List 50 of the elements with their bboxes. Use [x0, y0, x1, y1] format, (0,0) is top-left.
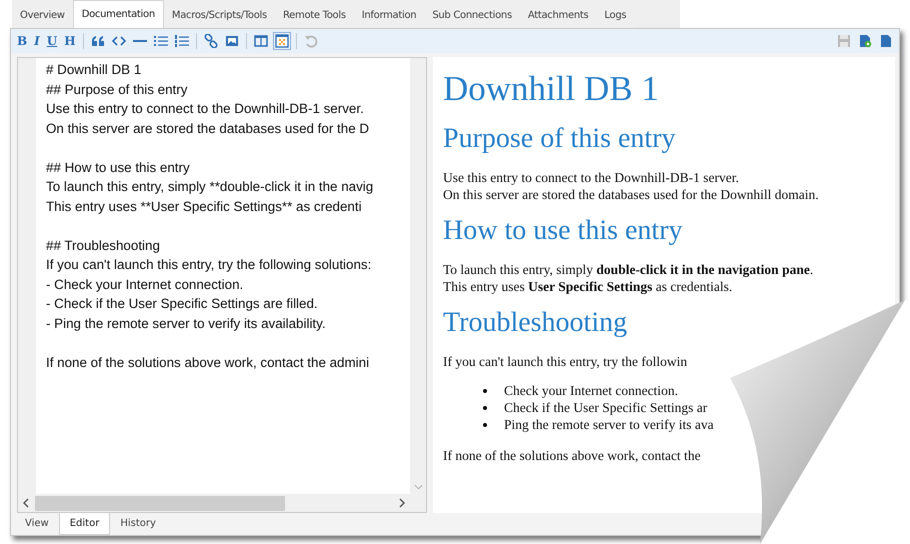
- preview-text: If you can't launch this entry, try the followin: [443, 353, 688, 370]
- preview-grid-icon[interactable]: [274, 34, 289, 48]
- document-gear-icon[interactable]: [858, 34, 872, 48]
- bullet-icon: [483, 406, 487, 410]
- document-icon[interactable]: [879, 34, 893, 48]
- format-button[interactable]: U: [46, 34, 58, 48]
- list-item: Check if the User Specific Settings ar: [504, 399, 708, 416]
- bullet-icon: [483, 422, 487, 426]
- format-button[interactable]: H: [64, 34, 76, 48]
- preview-text: To launch this entry, simply double-click it in the navigation pane.: [443, 261, 814, 278]
- preview-subheading: How to use this entry: [443, 214, 684, 248]
- format-button[interactable]: I: [34, 34, 40, 48]
- split-view-icon[interactable]: [254, 34, 268, 48]
- preview-text: Use this entry to connect to the Downhill-DB-1 server.: [443, 169, 740, 186]
- editor-line: - Check if the User Specific Settings are filled.: [46, 295, 319, 313]
- code-icon[interactable]: [112, 34, 126, 48]
- preview-heading: Downhill DB 1: [443, 68, 660, 110]
- list-item: Ping the remote server to verify its ava: [504, 416, 714, 433]
- tab[interactable]: Documentation: [72, 0, 164, 28]
- editor-line: On this server are stored the databases used for the D: [46, 120, 370, 138]
- scroll-left-icon[interactable]: [23, 498, 29, 508]
- editor-line: # Downhill DB 1: [46, 61, 142, 79]
- editor-line: ## Purpose of this entry: [46, 80, 188, 99]
- editor-line: - Ping the remote server to verify its availability.: [46, 314, 327, 333]
- numbered-list-icon[interactable]: [174, 34, 189, 48]
- image-icon[interactable]: [224, 34, 239, 48]
- link-icon[interactable]: [204, 34, 218, 48]
- scroll-right-icon[interactable]: [399, 498, 405, 508]
- preview-text: This entry uses User Specific Settings as credentials.: [443, 278, 734, 295]
- bullet-icon: [483, 388, 487, 392]
- editor-line: - Check your Internet connection.: [46, 276, 244, 294]
- editor-pane[interactable]: [17, 57, 427, 513]
- preview-subheading: Purpose of this entry: [443, 122, 677, 156]
- editor-line: If none of the solutions above work, contact the admini: [46, 354, 370, 372]
- quote-icon[interactable]: [90, 34, 105, 48]
- editor-line: If you can't launch this entry, try the following solutions:: [46, 256, 372, 274]
- format-button[interactable]: B: [17, 34, 28, 48]
- editor-line: This entry uses **User Specific Settings** as credenti: [46, 198, 363, 216]
- list-item: Check your Internet connection.: [504, 382, 678, 399]
- editor-line: Use this entry to connect to the Downhill-DB-1 server.: [46, 100, 365, 118]
- preview-text: If none of the solutions above work, contact the: [443, 447, 702, 464]
- editor-line: ## How to use this entry: [46, 158, 191, 177]
- scrollbar-thumb[interactable]: [35, 496, 285, 510]
- editor-line: To launch this entry, simply **double-click it in the navig: [46, 178, 374, 196]
- tab[interactable]: Editor: [58, 513, 110, 535]
- preview-subheading: Troubleshooting: [443, 306, 628, 340]
- editor-line: ## Troubleshooting: [46, 236, 161, 255]
- preview-text: On this server are stored the databases used for the Downhill domain.: [443, 186, 820, 203]
- bullet-list-icon[interactable]: [154, 34, 168, 48]
- vertical-scrollbar[interactable]: [410, 58, 426, 512]
